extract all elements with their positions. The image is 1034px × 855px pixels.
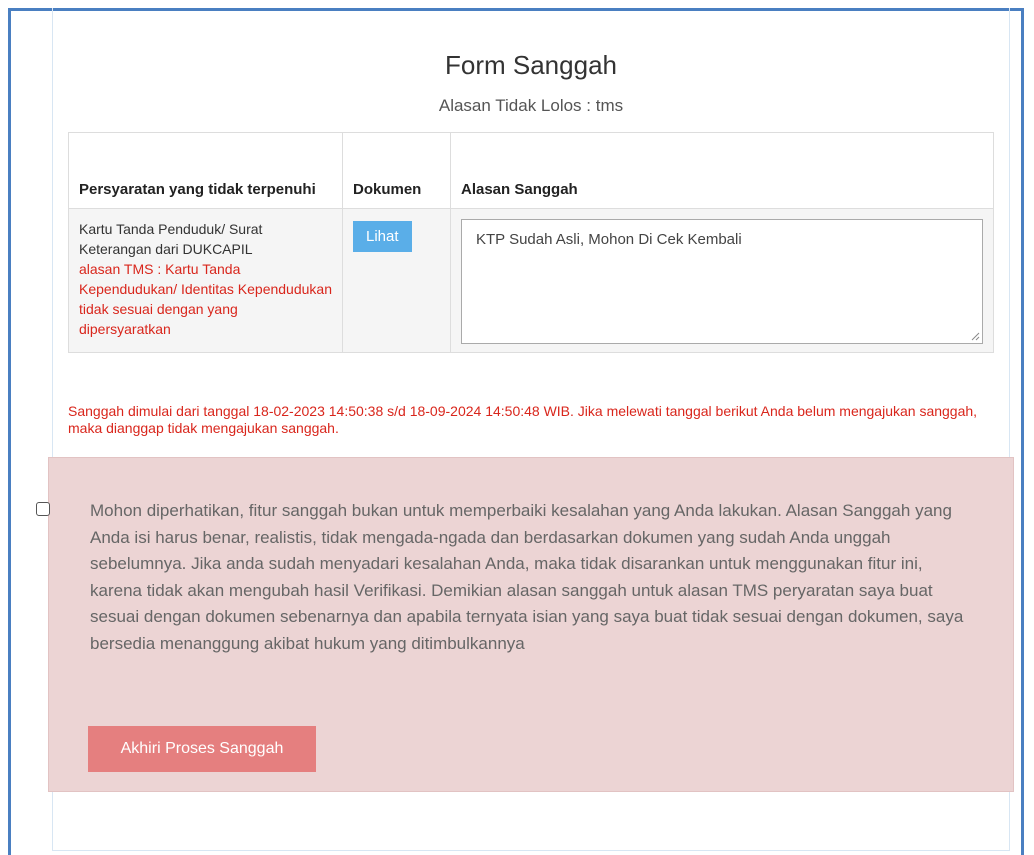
view-document-button[interactable]: Lihat [353, 221, 412, 252]
table-header-row: Persyaratan yang tidak terpenuhi Dokumen… [68, 132, 994, 209]
deadline-notice: Sanggah dimulai dari tanggal 18-02-2023 … [68, 403, 978, 436]
tms-reason-text: alasan TMS : Kartu Tanda Kependudukan/ I… [79, 261, 332, 337]
header-requirement: Persyaratan yang tidak terpenuhi [68, 132, 343, 209]
agreement-text: Mohon diperhatikan, fitur sanggah bukan … [90, 501, 964, 653]
requirements-table: Persyaratan yang tidak terpenuhi Dokumen… [68, 132, 994, 353]
agreement-checkbox[interactable] [36, 502, 50, 516]
header-appeal-reason: Alasan Sanggah [450, 132, 994, 209]
document-cell: Lihat [342, 208, 451, 353]
page-subtitle: Alasan Tidak Lolos : tms [438, 96, 624, 115]
appeal-reason-value: KTP Sudah Asli, Mohon Di Cek Kembali [476, 231, 742, 248]
appeal-reason-textarea[interactable]: KTP Sudah Asli, Mohon Di Cek Kembali [461, 219, 983, 344]
requirement-text: Kartu Tanda Penduduk/ Surat Keterangan d… [79, 221, 263, 257]
appeal-cell: KTP Sudah Asli, Mohon Di Cek Kembali [450, 208, 994, 353]
resize-handle-icon[interactable] [970, 331, 980, 341]
page-title: Form Sanggah [445, 50, 617, 80]
requirement-cell: Kartu Tanda Penduduk/ Surat Keterangan d… [68, 208, 343, 353]
header-document: Dokumen [342, 132, 451, 209]
table-row: Kartu Tanda Penduduk/ Surat Keterangan d… [68, 208, 994, 353]
finish-appeal-button[interactable]: Akhiri Proses Sanggah [88, 726, 316, 772]
